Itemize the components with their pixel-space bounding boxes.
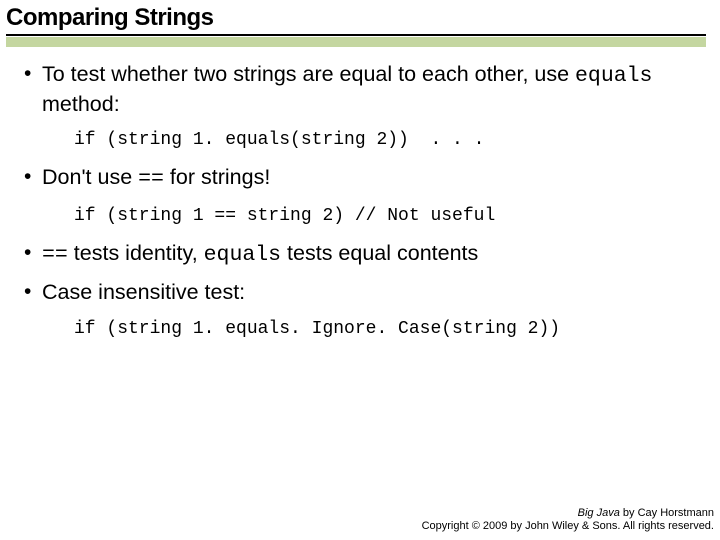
- slide-body: To test whether two strings are equal to…: [0, 47, 720, 339]
- code-block-2: if (string 1 == string 2) // Not useful: [74, 206, 692, 226]
- bullet-2-code: ==: [138, 167, 164, 191]
- bullet-1-code: equals: [575, 64, 652, 88]
- bullet-list-3: == tests identity, equals tests equal co…: [18, 240, 692, 270]
- bullet-1: To test whether two strings are equal to…: [18, 61, 692, 118]
- bullet-3-code-a: ==: [42, 243, 68, 267]
- bullet-4-text: Case insensitive test:: [42, 280, 245, 304]
- footer-copyright: Copyright © 2009 by John Wiley & Sons. A…: [422, 520, 714, 534]
- bullet-3-text-b: tests equal contents: [281, 241, 478, 265]
- bullet-3-code-b: equals: [204, 243, 281, 267]
- bullet-list: To test whether two strings are equal to…: [18, 61, 692, 118]
- bullet-3-text-a: tests identity,: [68, 241, 204, 265]
- bullet-list-2: Don't use == for strings!: [18, 164, 692, 194]
- accent-bar: [6, 37, 706, 47]
- footer-line-1: Big Java by Cay Horstmann: [422, 507, 714, 521]
- title-block: Comparing Strings: [0, 0, 720, 47]
- bullet-list-4: Case insensitive test:: [18, 279, 692, 307]
- code-block-1: if (string 1. equals(string 2)) . . .: [74, 130, 692, 150]
- title-underline: Comparing Strings: [6, 4, 706, 36]
- bullet-1-text-b: method:: [42, 92, 120, 116]
- bullet-4: Case insensitive test:: [18, 279, 692, 307]
- bullet-1-text-a: To test whether two strings are equal to…: [42, 62, 575, 86]
- bullet-2-text-b: for strings!: [164, 165, 270, 189]
- footer: Big Java by Cay Horstmann Copyright © 20…: [422, 507, 714, 535]
- slide: Comparing Strings To test whether two st…: [0, 0, 720, 540]
- code-block-3: if (string 1. equals. Ignore. Case(strin…: [74, 319, 692, 339]
- bullet-2: Don't use == for strings!: [18, 164, 692, 194]
- footer-book: Big Java: [578, 507, 620, 519]
- slide-title: Comparing Strings: [6, 4, 706, 34]
- bullet-2-text-a: Don't use: [42, 165, 138, 189]
- footer-author: by Cay Horstmann: [620, 507, 714, 519]
- bullet-3: == tests identity, equals tests equal co…: [18, 240, 692, 270]
